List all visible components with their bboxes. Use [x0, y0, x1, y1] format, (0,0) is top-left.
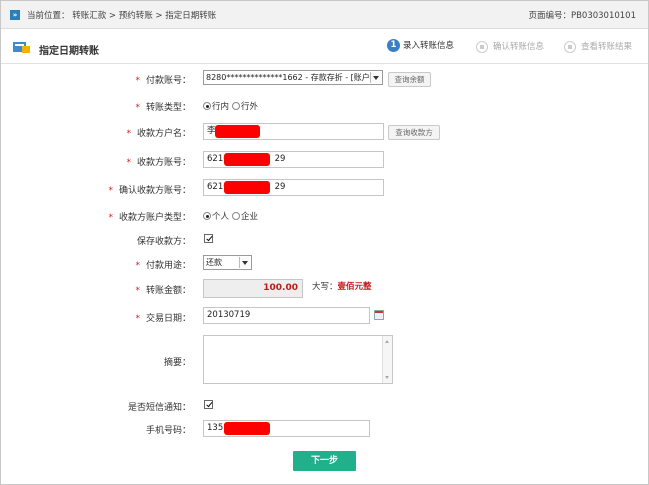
remark-textarea[interactable] [203, 335, 393, 384]
radio-enterprise-label: 企业 [241, 212, 259, 222]
amount-in-words: 大写：壹佰元整 [312, 282, 372, 292]
remark-scrollbar[interactable] [382, 336, 392, 383]
redacted-name [215, 125, 260, 138]
sms-label: 是否短信通知： [127, 403, 191, 413]
query-balance-button[interactable]: 查询余额 [388, 72, 431, 87]
phone-label: 手机号码： [145, 426, 191, 436]
row-transfer-type: * 转账类型： 行内 行外 [0, 96, 649, 116]
redacted-phone [224, 422, 270, 435]
query-payee-button[interactable]: 查询收款方 [388, 125, 440, 140]
step-1-label: 录入转账信息 [403, 41, 455, 51]
amount-input[interactable]: 100.00 [203, 279, 303, 298]
radio-external[interactable] [232, 102, 241, 110]
payer-account-label: * 付款账号： [135, 76, 191, 86]
remark-label: 摘要： [163, 358, 191, 368]
breadcrumb-bar: » 当前位置： 转账汇款 > 预约转账 > 指定日期转账 页面编号：PB0303… [1, 1, 648, 29]
confirm-step-icon [476, 40, 488, 53]
save-payee-checkbox[interactable] [204, 234, 213, 243]
payer-account-select[interactable]: 8280**************1662 - 存款存折 - [账户1] [203, 70, 383, 85]
purpose-label: * 付款用途： [135, 261, 191, 271]
breadcrumb: 当前位置： 转账汇款 > 预约转账 > 指定日期转账 [27, 11, 217, 21]
step-3-label: 查看转账结果 [581, 42, 633, 52]
radio-personal[interactable] [203, 212, 211, 220]
sms-checkbox[interactable] [204, 400, 213, 409]
next-button[interactable]: 下一步 [293, 451, 356, 471]
payee-type-group: 个人 企业 [203, 210, 261, 222]
amount-label: * 转账金额： [135, 286, 191, 296]
transfer-type-group: 行内 行外 [203, 100, 261, 112]
row-phone: 手机号码： 1351 [0, 419, 649, 439]
result-step-icon [564, 40, 576, 53]
row-payee-account: * 收款方账号： 6210 29 [0, 151, 649, 171]
payee-account-label: * 收款方账号： [126, 158, 191, 168]
step-1-number: 1 [387, 39, 400, 52]
payee-type-label: * 收款方账户类型： [108, 213, 191, 223]
breadcrumb-badge-icon: » [10, 10, 20, 20]
page-title: 指定日期转账 [39, 46, 99, 57]
transfer-icon [13, 42, 30, 53]
redacted-account [224, 153, 270, 166]
row-sms: 是否短信通知： [0, 396, 649, 416]
confirm-account-label: * 确认收款方账号： [108, 186, 191, 196]
row-payee-type: * 收款方账户类型： 个人 企业 [0, 206, 649, 226]
step-1: 1 录入转账信息 [387, 39, 454, 52]
row-payer-account: * 付款账号： 8280**************1662 - 存款存折 - [… [0, 69, 649, 89]
radio-internal-label: 行内 [212, 102, 230, 112]
purpose-select[interactable]: 还款 [203, 255, 252, 270]
row-payee-name: * 收款方户名： 李 查询收款方 [0, 122, 649, 142]
redacted-confirm-account [224, 181, 270, 194]
step-3: 查看转账结果 [564, 40, 632, 53]
date-input[interactable]: 20130719 [203, 307, 370, 324]
step-2: 确认转账信息 [476, 40, 544, 53]
row-remark: 摘要： [0, 335, 649, 385]
row-amount: * 转账金额： 100.00 大写：壹佰元整 [0, 279, 649, 299]
scroll-up-icon [385, 340, 389, 343]
row-purpose: * 付款用途： 还款 [0, 254, 649, 274]
title-bar: 指定日期转账 1 录入转账信息 确认转账信息 查看转账结果 [1, 29, 648, 64]
date-label: * 交易日期： [135, 314, 191, 324]
radio-external-label: 行外 [241, 102, 259, 112]
radio-enterprise[interactable] [232, 212, 241, 220]
transfer-type-label: * 转账类型： [135, 103, 191, 113]
chevron-down-icon [370, 72, 381, 83]
radio-internal[interactable] [203, 102, 211, 110]
row-save-payee: 保存收款方： [0, 230, 649, 250]
calendar-icon[interactable] [374, 310, 384, 320]
save-payee-label: 保存收款方： [136, 237, 191, 247]
scroll-down-icon [385, 376, 389, 379]
payee-name-label: * 收款方户名： [126, 129, 191, 139]
row-confirm-account: * 确认收款方账号： 6210 29 [0, 179, 649, 199]
chevron-down-icon [239, 257, 250, 268]
step-2-label: 确认转账信息 [493, 42, 545, 52]
radio-personal-label: 个人 [212, 212, 230, 222]
page-number: 页面编号：PB0303010101 [528, 11, 636, 21]
row-date: * 交易日期： 20130719 [0, 307, 649, 327]
